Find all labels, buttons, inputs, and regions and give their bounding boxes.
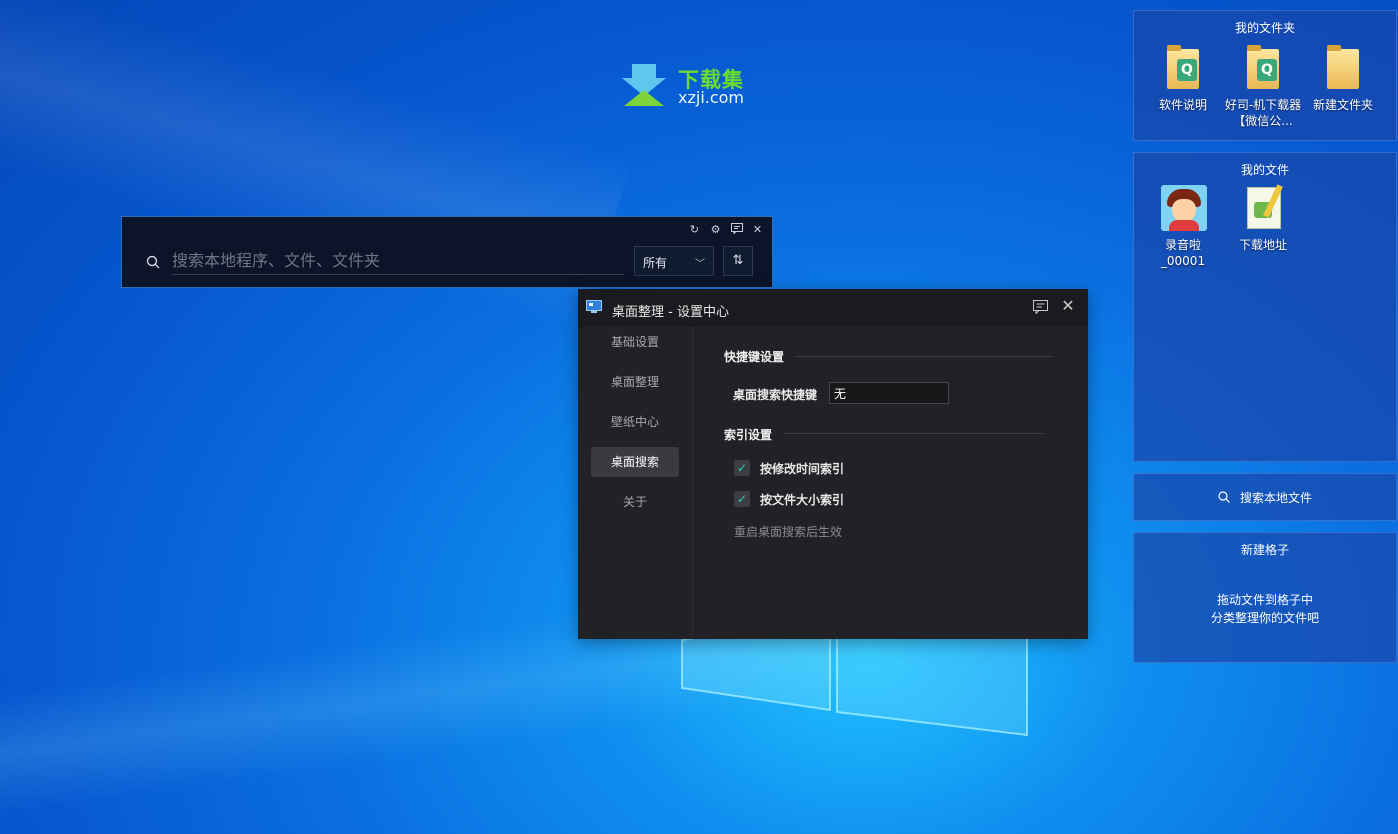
watermark-subtitle: xzji.com (678, 88, 745, 107)
dialog-title: 桌面整理 - 设置中心 (612, 305, 729, 320)
sort-icon[interactable]: ⇅ (723, 246, 753, 276)
gear-icon[interactable]: ⚙ (709, 223, 722, 236)
folder-icon: Q (1241, 45, 1285, 91)
shortcut-label: 桌面搜索快捷键 (733, 388, 818, 402)
search-icon (1218, 491, 1230, 503)
search-input[interactable] (172, 247, 624, 275)
option-label: 按修改时间索引 (760, 461, 845, 476)
option-index-by-file-size[interactable]: ✓ 按文件大小索引 (734, 490, 844, 508)
refresh-icon[interactable]: ↻ (688, 223, 701, 236)
folder-item[interactable]: Q 好司-机下载器【微信公... (1223, 45, 1303, 129)
file-item-label: 下载地址 (1238, 238, 1287, 252)
download-arrow-icon (622, 64, 666, 106)
nav-item-desktop-organize[interactable]: 桌面整理 (591, 367, 679, 397)
avatar-image-icon (1161, 185, 1207, 231)
new-grid-hint: 分类整理你的文件吧 (1210, 611, 1319, 625)
folder-item[interactable]: 新建文件夹 (1303, 45, 1383, 113)
file-item[interactable]: 下载地址 (1223, 184, 1303, 253)
close-icon[interactable]: ✕ (751, 223, 764, 236)
new-grid-hint: 拖动文件到格子中 (1216, 593, 1313, 607)
restart-note: 重启桌面搜索后生效 (734, 525, 843, 539)
search-local-files-label: 搜索本地文件 (1239, 490, 1312, 505)
nav-item-wallpaper-center[interactable]: 壁纸中心 (591, 407, 679, 437)
section-divider (784, 433, 1044, 434)
nav-item-desktop-search[interactable]: 桌面搜索 (591, 447, 679, 477)
feedback-icon[interactable] (730, 223, 743, 236)
folder-item[interactable]: Q 软件说明 (1143, 45, 1223, 113)
folder-icon: Q (1161, 45, 1205, 91)
checkbox-checked[interactable]: ✓ (734, 491, 750, 507)
search-icon (146, 255, 160, 269)
search-filter-select[interactable]: 所有 ﹀ (634, 246, 714, 276)
search-local-files-button[interactable]: 搜索本地文件 (1133, 473, 1397, 521)
close-icon[interactable]: ✕ (1060, 298, 1076, 314)
nav-item-basic-settings[interactable]: 基础设置 (591, 327, 679, 357)
settings-sidebar: 基础设置 桌面整理 壁纸中心 桌面搜索 关于 (578, 327, 693, 639)
folder-item-label: 软件说明 (1158, 98, 1207, 112)
monitor-icon (586, 300, 602, 313)
panel-my-folders: 我的文件夹 Q 软件说明 Q 好司-机下载器【微信公... 新建文件夹 (1133, 10, 1397, 141)
search-filter-value: 所有 (643, 256, 668, 270)
panel-new-grid: 新建格子 拖动文件到格子中 分类整理你的文件吧 (1133, 532, 1397, 663)
folder-item-label: 好司-机下载器【微信公... (1224, 98, 1302, 128)
option-label: 按文件大小索引 (760, 492, 845, 507)
text-document-icon (1241, 184, 1285, 231)
dialog-title-bar[interactable]: 桌面整理 - 设置中心 ✕ (578, 289, 1088, 327)
panel-title: 我的文件 (1240, 163, 1289, 177)
index-section-title: 索引设置 (724, 428, 773, 442)
panel-title: 我的文件夹 (1234, 21, 1295, 35)
folder-icon (1321, 45, 1365, 91)
shortcut-input[interactable] (829, 382, 949, 404)
folder-item-label: 新建文件夹 (1312, 98, 1373, 112)
search-bar-toolbar: ↻ ⚙ ✕ (688, 223, 764, 236)
file-item[interactable]: 录音啦_00001 (1143, 185, 1223, 269)
desktop-search-bar: ↻ ⚙ ✕ 所有 ﹀ ⇅ (121, 216, 773, 288)
settings-dialog: 桌面整理 - 设置中心 ✕ 基础设置 桌面整理 壁纸中心 桌面搜索 关于 快捷键… (578, 289, 1088, 639)
panel-my-files: 我的文件 录音啦_00001 下载地址 (1133, 152, 1397, 462)
option-index-by-modified-time[interactable]: ✓ 按修改时间索引 (734, 459, 844, 477)
checkbox-checked[interactable]: ✓ (734, 460, 750, 476)
panel-title: 新建格子 (1240, 543, 1289, 557)
chevron-down-icon: ﹀ (695, 259, 705, 270)
watermark-logo: 下载集 xzji.com (620, 62, 760, 112)
shortcut-section-title: 快捷键设置 (724, 350, 785, 364)
file-item-label: 录音啦_00001 (1160, 238, 1206, 268)
section-divider (796, 356, 1054, 357)
feedback-icon[interactable] (1033, 300, 1048, 314)
nav-item-about[interactable]: 关于 (591, 487, 679, 517)
